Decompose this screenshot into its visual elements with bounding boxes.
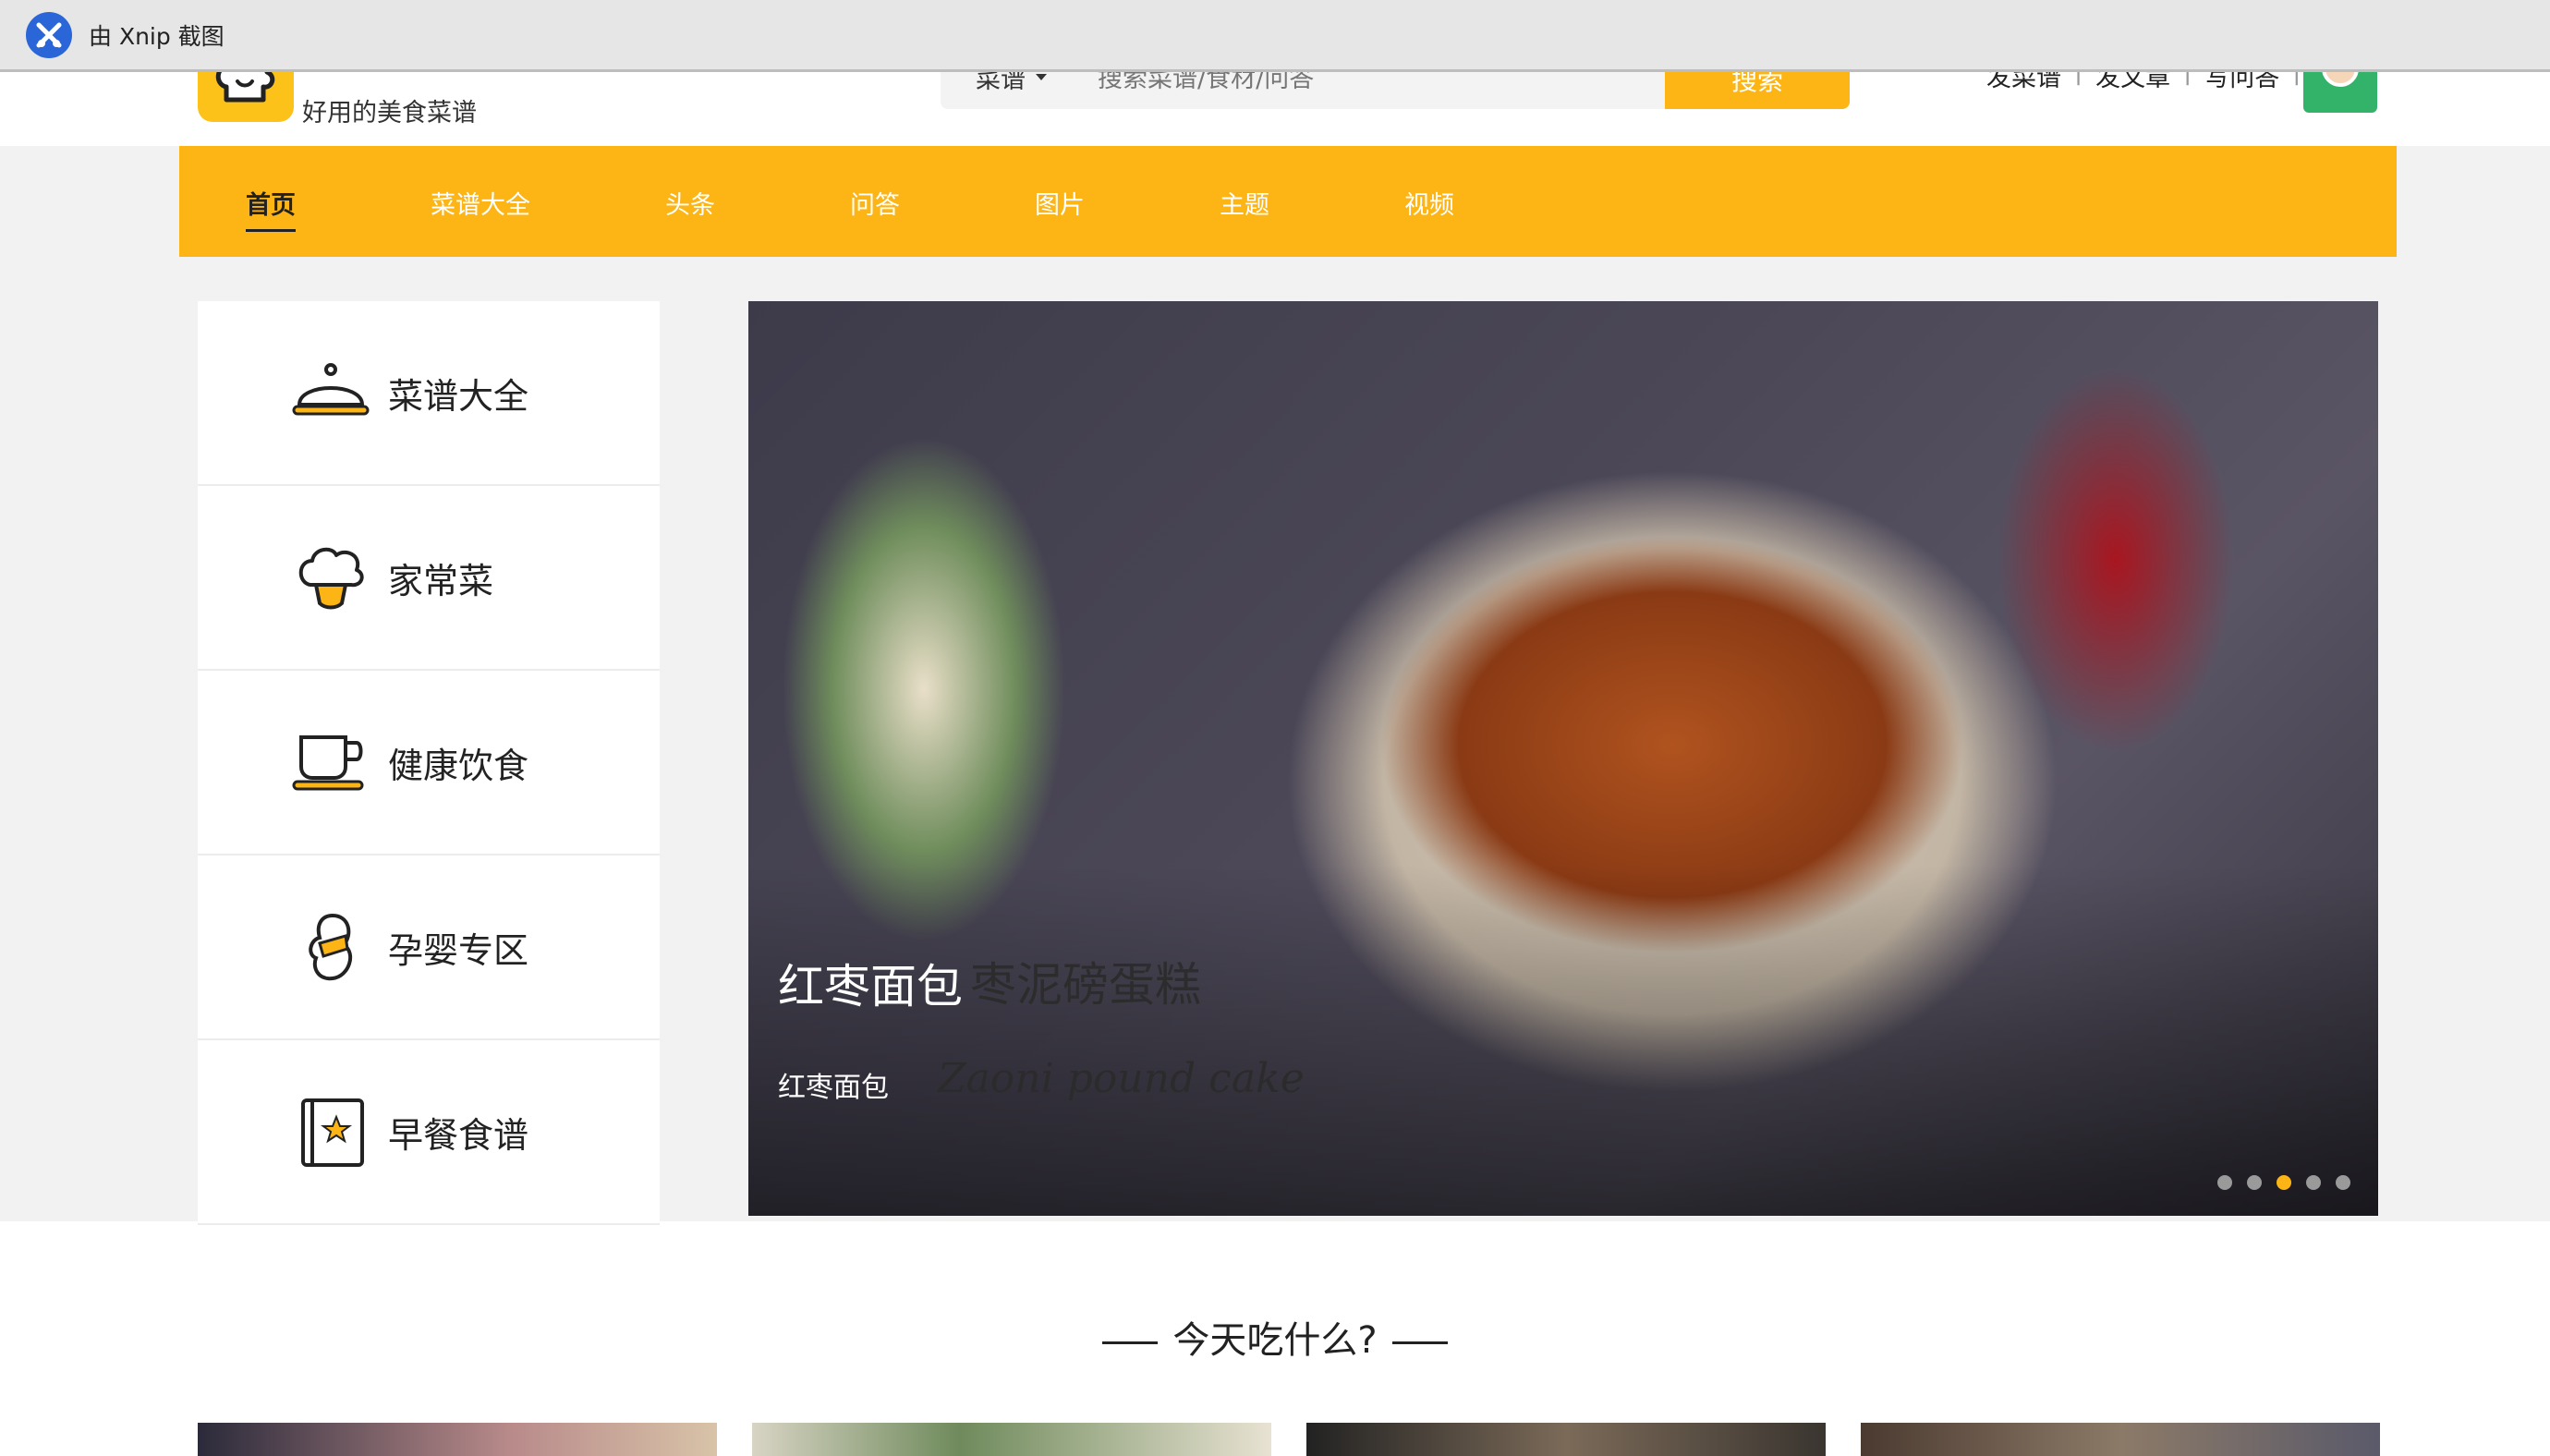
cup-icon xyxy=(292,735,364,791)
chef-hat-icon xyxy=(298,547,364,610)
xnip-logo-icon xyxy=(26,11,72,58)
main-nav: 首页 菜谱大全 头条 问答 图片 主题 视频 xyxy=(179,146,2397,257)
hero-subtitle: 红枣面包 xyxy=(778,1072,889,1104)
recipe-thumbnail[interactable] xyxy=(1861,1423,2380,1456)
xnip-caption: 由 Xnip 截图 xyxy=(89,22,225,50)
carousel-indicators xyxy=(2217,1175,2350,1190)
category-sidebar: 菜谱大全 家常菜 健康饮食 孕婴专区 早餐食谱 xyxy=(198,301,660,1225)
category-item-home-cooking[interactable]: 家常菜 xyxy=(198,486,660,671)
category-label: 孕婴专区 xyxy=(388,929,529,971)
category-label: 菜谱大全 xyxy=(388,375,529,417)
section-title-text: 今天吃什么? xyxy=(1172,1319,1378,1362)
nav-item-videos[interactable]: 视频 xyxy=(1404,185,1454,221)
star-book-icon xyxy=(301,1098,364,1167)
hero-carousel[interactable]: 枣泥磅蛋糕 Zaoni pound cake 红枣面包 红枣面包 xyxy=(748,301,2378,1216)
category-label: 家常菜 xyxy=(388,560,494,601)
heading-line-right xyxy=(1391,1341,1448,1344)
recipe-thumbnail[interactable] xyxy=(1306,1423,1826,1456)
carousel-dot[interactable] xyxy=(2217,1175,2232,1190)
category-label: 健康饮食 xyxy=(388,745,529,786)
site-subtitle: 好用的美食菜谱 xyxy=(302,99,477,127)
hero-title[interactable]: 红枣面包 xyxy=(778,950,963,1016)
category-item-healthy[interactable]: 健康饮食 xyxy=(198,671,660,855)
carousel-dot-active[interactable] xyxy=(2277,1175,2291,1190)
category-label: 早餐食谱 xyxy=(388,1114,529,1156)
category-item-recipes[interactable]: 菜谱大全 xyxy=(198,301,660,486)
category-item-maternity[interactable]: 孕婴专区 xyxy=(198,855,660,1040)
section-heading: 今天吃什么? xyxy=(0,1310,2550,1364)
screenshot-tool-bar: 由 Xnip 截图 xyxy=(0,0,2550,72)
carousel-dot[interactable] xyxy=(2306,1175,2321,1190)
nav-item-recipes[interactable]: 菜谱大全 xyxy=(431,185,530,221)
nav-item-home[interactable]: 首页 xyxy=(246,185,296,232)
recipe-thumbnail[interactable] xyxy=(198,1423,717,1456)
nav-item-headlines[interactable]: 头条 xyxy=(665,185,715,221)
nav-item-qa[interactable]: 问答 xyxy=(850,185,900,221)
carousel-dot[interactable] xyxy=(2247,1175,2262,1190)
category-item-breakfast[interactable]: 早餐食谱 xyxy=(198,1040,660,1225)
caret-down-icon xyxy=(1036,73,1047,80)
heading-line-left xyxy=(1102,1341,1159,1344)
nav-item-photos[interactable]: 图片 xyxy=(1035,185,1085,221)
carousel-dot[interactable] xyxy=(2336,1175,2350,1190)
hero-gradient xyxy=(748,865,2378,1216)
hero-image-caption-en: Zaoni pound cake xyxy=(938,1055,1305,1102)
baby-bottle-icon xyxy=(309,913,353,981)
recipe-thumbnail[interactable] xyxy=(752,1423,1271,1456)
nav-item-topics[interactable]: 主题 xyxy=(1220,185,1269,221)
hero-image-caption-cn: 枣泥磅蛋糕 xyxy=(970,958,1201,1012)
cloche-icon xyxy=(292,363,370,416)
